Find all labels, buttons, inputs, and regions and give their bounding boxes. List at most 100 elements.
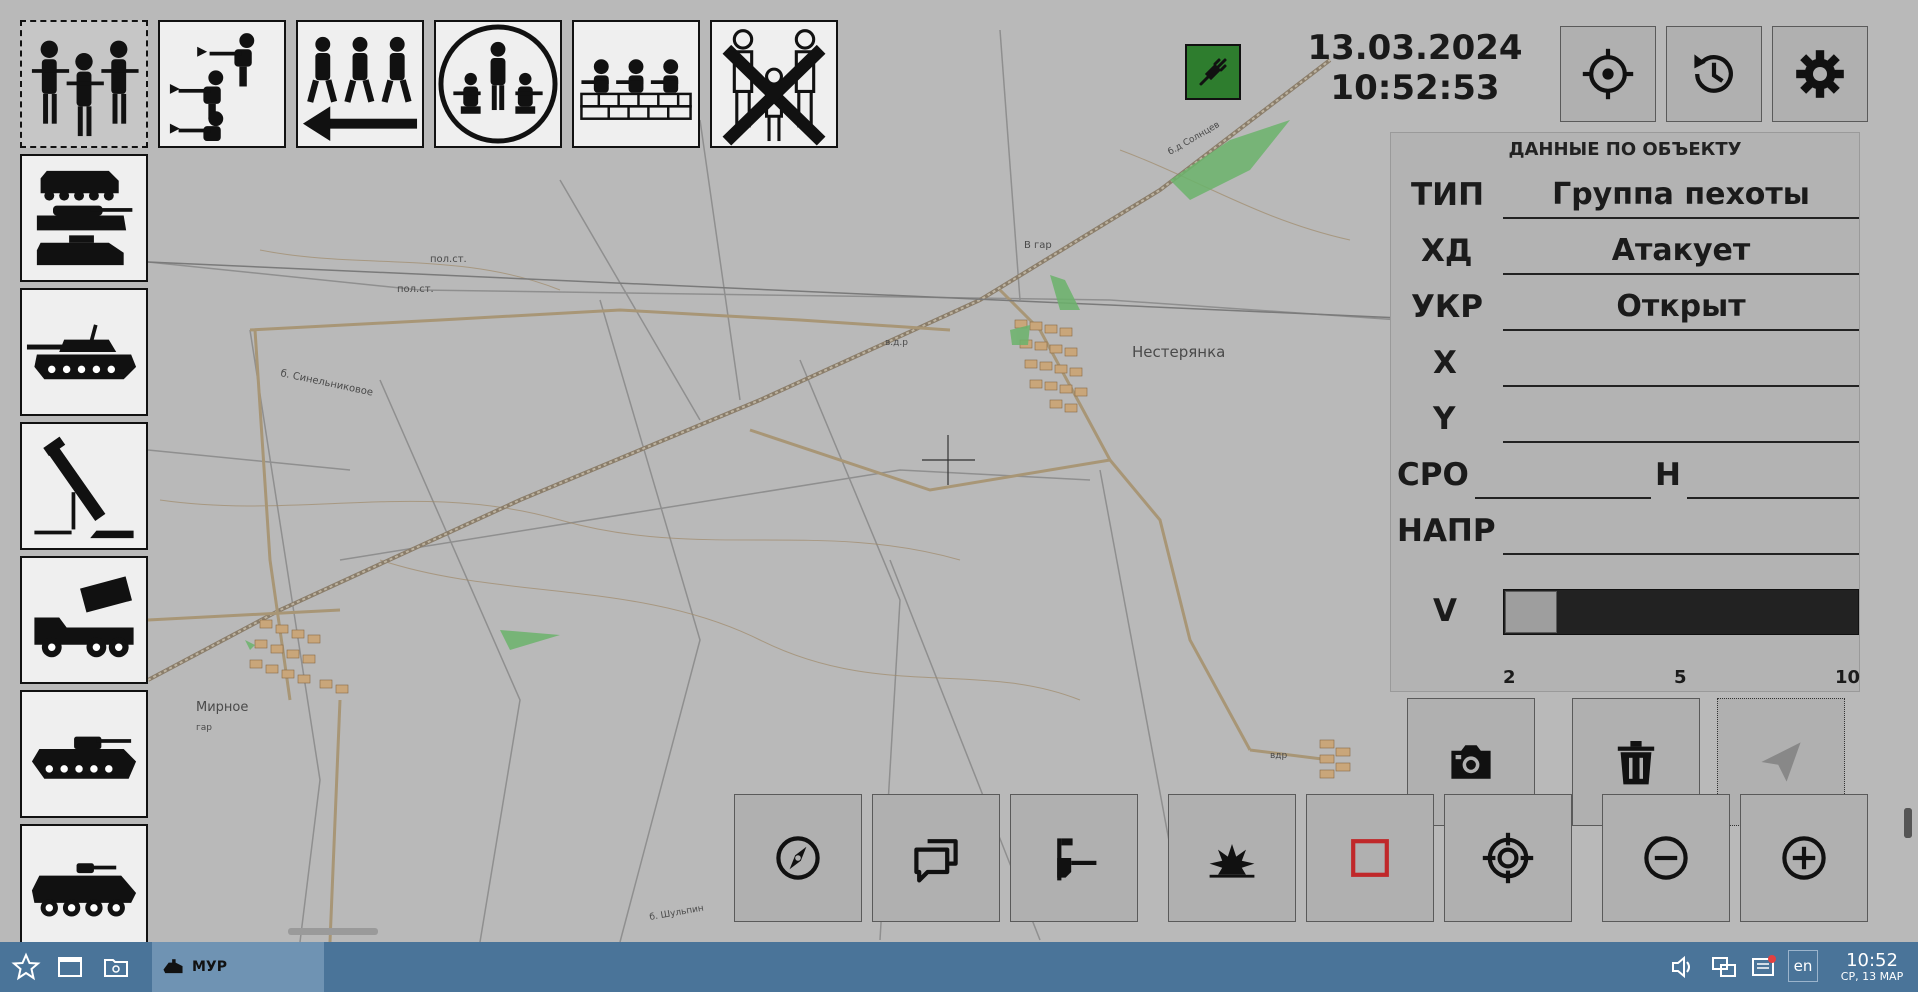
explosion-button[interactable] [1168,794,1296,922]
y-label: Y [1433,401,1456,437]
x-underline [1503,385,1859,387]
infantry-entrenched-icon [580,59,692,120]
target-button[interactable] [1444,794,1572,922]
area-button[interactable] [1306,794,1434,922]
map-label-gar: гар [196,723,212,733]
notification-icon [1752,955,1776,976]
infantry-attacking-icon [169,33,255,142]
direction-label: НАПР [1397,513,1496,549]
measure-button[interactable] [1010,794,1138,922]
armored-column-icon [36,170,133,266]
y-underline [1503,441,1859,443]
taskbar-clock[interactable]: 10:52 СР, 13 МАР [1830,942,1914,992]
infantry-fighting-vehicle-icon [31,736,137,779]
armored-personnel-carrier-tile[interactable] [20,824,148,942]
history-icon [1694,54,1733,93]
start-menu-button[interactable] [6,942,46,992]
connection-status-indicator[interactable] [1185,44,1241,100]
compass-icon [776,836,820,880]
star-icon [11,952,41,981]
infantry-encircled-icon [438,24,558,144]
h-label: Н [1655,457,1681,493]
window-scroll-grip[interactable] [1904,808,1912,838]
history-button[interactable] [1666,26,1762,122]
map-label-mirnoe: Мирное [196,700,248,715]
language-label: en [1793,957,1813,975]
infantry-group-icon [31,40,139,137]
file-manager-button[interactable] [96,942,136,992]
horizontal-scrollbar[interactable] [288,928,378,935]
sro-label: СРО [1397,457,1469,493]
taskbar-app-mur[interactable]: МУР [152,942,324,992]
action-underline [1503,273,1859,275]
locate-button[interactable] [1560,26,1656,122]
speaker-icon [1672,955,1690,979]
speed-slider[interactable] [1503,589,1859,635]
system-taskbar: МУР en 10:52 СР, 13 МАР [0,942,1918,992]
object-data-panel: ДАННЫЕ ПО ОБЪЕКТУ ТИП Группа пехоты ХД А… [1390,132,1860,692]
speed-tick-5: 5 [1674,667,1687,688]
speed-tick-2: 2 [1503,667,1516,688]
map-label-polst-1: пол.ст. [430,254,467,265]
datetime-display: 13.03.2024 10:52:53 [1300,28,1530,108]
speed-label: V [1433,593,1457,629]
clock-time: 10:52 [1846,950,1898,972]
target-icon [1482,832,1534,884]
gear-icon [1796,50,1844,98]
map-label-nesteryanka: Нестерянка [1132,343,1225,361]
network-button[interactable] [1706,942,1742,992]
direction-underline [1503,553,1859,555]
window-switcher-button[interactable] [50,942,90,992]
plug-icon [1199,58,1227,86]
measure-icon [1057,838,1097,881]
clock-date: СР, 13 МАР [1840,969,1904,983]
red-square-icon [1351,839,1389,877]
compass-button[interactable] [734,794,862,922]
action-value[interactable]: Атакует [1503,233,1859,268]
infantry-fighting-vehicle-tile[interactable] [20,690,148,818]
date-text: 13.03.2024 [1307,28,1523,68]
network-icon [1712,957,1736,977]
trash-icon [1617,741,1655,785]
infantry-entrenched-tile[interactable] [572,20,700,148]
language-indicator[interactable]: en [1788,950,1818,982]
map-label-vdr: в.д.р [885,338,908,348]
type-value[interactable]: Группа пехоты [1503,177,1859,212]
app-icon [163,959,183,974]
rocket-launcher-truck-tile[interactable] [20,556,148,684]
volume-button[interactable] [1668,942,1698,992]
chat-button[interactable] [872,794,1000,922]
notifications-button[interactable] [1748,942,1778,992]
app-window: Нестерянка Мирное пол.ст. пол.ст. б. Син… [0,0,1918,942]
cover-label: УКР [1411,289,1483,325]
mortar-icon [34,436,134,539]
infantry-destroyed-icon [722,29,826,146]
speed-slider-thumb[interactable] [1505,591,1557,633]
infantry-destroyed-tile[interactable] [710,20,838,148]
camera-icon [1451,745,1491,779]
folder-icon [104,959,128,977]
mortar-tile[interactable] [20,422,148,550]
armored-column-tile[interactable] [20,154,148,282]
chat-icon [914,839,958,883]
map-label-polst-2: пол.ст. [397,284,434,295]
infantry-attacking-tile[interactable] [158,20,286,148]
rocket-launcher-truck-icon [34,576,134,658]
infantry-retreating-tile[interactable] [296,20,424,148]
cover-value[interactable]: Открыт [1503,289,1859,324]
windows-icon [58,957,82,977]
send-icon [1761,742,1801,782]
tank-icon [26,324,137,380]
crosshair-icon [1582,48,1634,100]
map-label-vdr-2: вдр [1270,751,1288,761]
settings-button[interactable] [1772,26,1868,122]
sro-underline [1475,497,1651,499]
action-label: ХД [1421,233,1473,269]
infantry-encircled-tile[interactable] [434,20,562,148]
infantry-group-tile[interactable] [20,20,148,148]
tank-tile[interactable] [20,288,148,416]
time-text: 10:52:53 [1330,68,1500,108]
zoom-in-button[interactable] [1740,794,1868,922]
zoom-out-button[interactable] [1602,794,1730,922]
type-underline [1503,217,1859,219]
